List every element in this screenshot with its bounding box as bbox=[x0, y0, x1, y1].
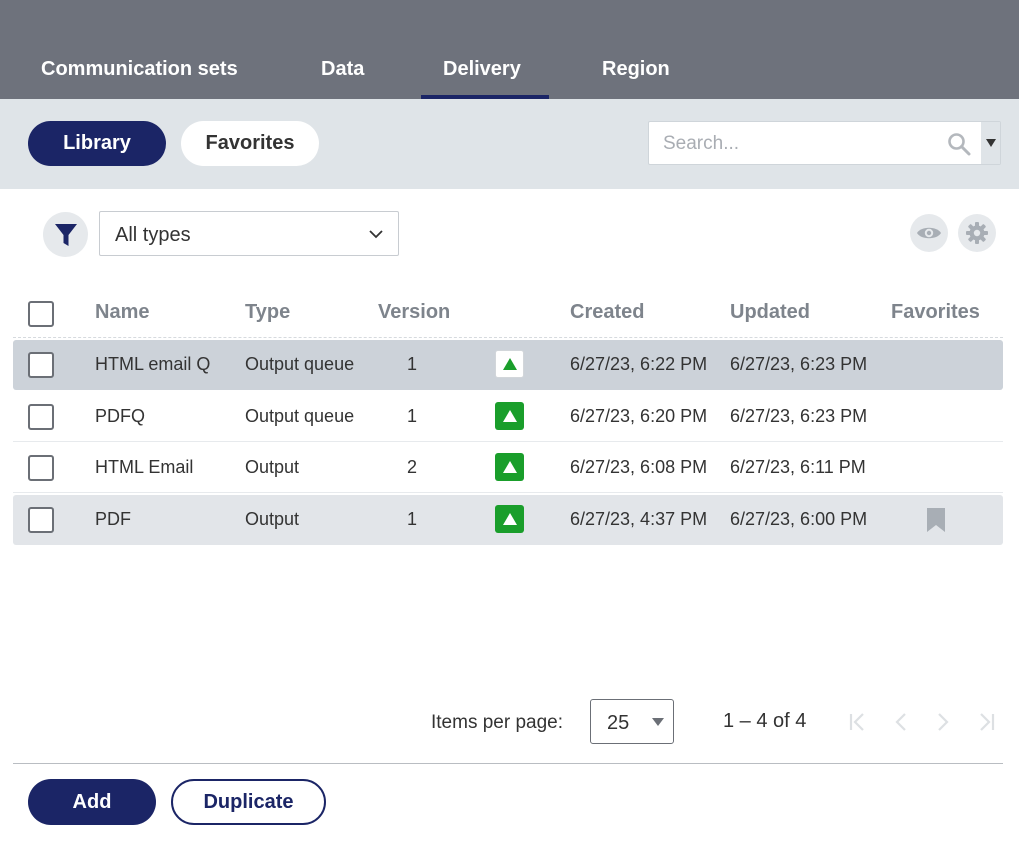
row-type: Output queue bbox=[245, 406, 355, 426]
footer-divider bbox=[13, 763, 1003, 764]
row-created: 6/27/23, 6:22 PM bbox=[570, 354, 708, 374]
row-updated: 6/27/23, 6:11 PM bbox=[730, 457, 866, 477]
status-badge bbox=[495, 453, 524, 481]
settings-button[interactable] bbox=[958, 214, 996, 252]
first-page-icon[interactable] bbox=[847, 711, 869, 733]
row-version: 1 bbox=[407, 509, 418, 529]
bookmark-icon[interactable] bbox=[927, 508, 945, 532]
favorites-toggle-button[interactable]: Favorites bbox=[181, 121, 319, 166]
library-toggle-button[interactable]: Library bbox=[28, 121, 166, 166]
tab-data[interactable]: Data bbox=[321, 58, 364, 84]
type-filter-select[interactable]: All types bbox=[99, 211, 399, 256]
row-updated: 6/27/23, 6:23 PM bbox=[730, 406, 868, 426]
header-divider bbox=[13, 337, 1003, 338]
row-type: Output queue bbox=[245, 354, 355, 374]
last-page-icon[interactable] bbox=[975, 711, 997, 733]
next-page-icon[interactable] bbox=[932, 711, 954, 733]
row-updated: 6/27/23, 6:23 PM bbox=[730, 354, 868, 374]
items-per-page-label: Items per page: bbox=[431, 712, 564, 733]
triangle-up-icon bbox=[502, 461, 517, 473]
row-version: 1 bbox=[407, 406, 418, 426]
triangle-up-icon bbox=[502, 513, 517, 525]
type-filter-value: All types bbox=[115, 224, 191, 246]
gear-icon bbox=[966, 222, 988, 244]
items-per-page-select[interactable]: 25 bbox=[590, 699, 674, 744]
table-row[interactable]: PDF Output 1 6/27/23, 4:37 PM 6/27/23, 6… bbox=[13, 495, 1003, 545]
view-toggle-button[interactable] bbox=[910, 214, 948, 252]
duplicate-button[interactable]: Duplicate bbox=[171, 779, 326, 825]
row-type: Output bbox=[245, 457, 300, 477]
items-per-page-value: 25 bbox=[607, 712, 630, 734]
row-checkbox[interactable] bbox=[28, 507, 54, 533]
row-version: 1 bbox=[407, 354, 418, 374]
row-created: 6/27/23, 6:20 PM bbox=[570, 406, 708, 426]
status-badge bbox=[495, 402, 524, 430]
filter-button[interactable] bbox=[43, 212, 88, 257]
top-tab-bar: Communication sets Data Delivery Region bbox=[0, 0, 1019, 99]
tab-communication-sets[interactable]: Communication sets bbox=[41, 58, 238, 84]
column-header-type[interactable]: Type bbox=[245, 301, 290, 324]
tab-region[interactable]: Region bbox=[602, 58, 670, 84]
row-name: HTML email Q bbox=[95, 354, 211, 374]
row-version: 2 bbox=[407, 457, 418, 477]
table-row[interactable]: PDFQ Output queue 1 6/27/23, 6:20 PM 6/2… bbox=[13, 392, 1003, 442]
eye-icon bbox=[917, 227, 941, 239]
status-badge bbox=[495, 505, 524, 533]
add-button[interactable]: Add bbox=[28, 779, 156, 825]
library-toolbar: Library Favorites bbox=[0, 99, 1019, 189]
column-header-updated[interactable]: Updated bbox=[730, 301, 810, 324]
search-options-dropdown[interactable] bbox=[981, 122, 1000, 164]
tab-delivery[interactable]: Delivery bbox=[443, 58, 521, 84]
row-checkbox[interactable] bbox=[28, 352, 54, 378]
column-header-created[interactable]: Created bbox=[570, 301, 644, 324]
search-input[interactable] bbox=[663, 133, 933, 155]
triangle-up-icon bbox=[502, 410, 517, 422]
row-name: PDFQ bbox=[95, 406, 146, 426]
row-name: PDF bbox=[95, 509, 131, 529]
row-type: Output bbox=[245, 509, 300, 529]
row-checkbox[interactable] bbox=[28, 455, 54, 481]
row-name: HTML Email bbox=[95, 457, 194, 477]
table-row[interactable]: HTML Email Output 2 6/27/23, 6:08 PM 6/2… bbox=[13, 443, 1003, 493]
column-header-favorites[interactable]: Favorites bbox=[891, 301, 980, 324]
table-row[interactable]: HTML email Q Output queue 1 6/27/23, 6:2… bbox=[13, 340, 1003, 390]
caret-down-icon bbox=[985, 139, 996, 147]
row-updated: 6/27/23, 6:00 PM bbox=[730, 509, 868, 529]
triangle-up-icon bbox=[502, 358, 517, 370]
column-header-version[interactable]: Version bbox=[378, 301, 450, 324]
funnel-icon bbox=[54, 223, 77, 246]
pagination-range: 1 – 4 of 4 bbox=[723, 710, 807, 732]
search-icon[interactable] bbox=[947, 132, 971, 156]
row-created: 6/27/23, 6:08 PM bbox=[570, 457, 708, 477]
status-badge bbox=[495, 350, 524, 378]
row-created: 6/27/23, 4:37 PM bbox=[570, 509, 708, 529]
search-box bbox=[648, 121, 1001, 165]
caret-down-icon bbox=[652, 718, 664, 726]
row-checkbox[interactable] bbox=[28, 404, 54, 430]
chevron-down-icon bbox=[369, 230, 383, 239]
previous-page-icon[interactable] bbox=[890, 711, 912, 733]
column-header-name[interactable]: Name bbox=[95, 301, 149, 324]
select-all-checkbox[interactable] bbox=[28, 301, 54, 327]
